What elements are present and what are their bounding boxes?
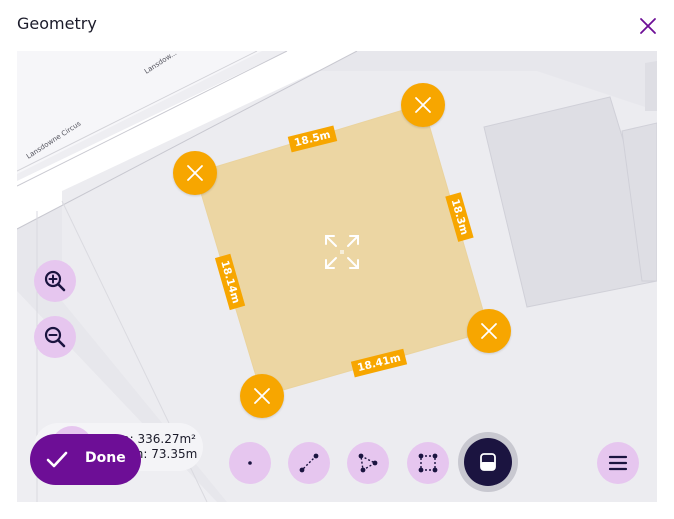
tool-eraser-button[interactable]	[464, 438, 512, 486]
tool-rectangle-button[interactable]	[407, 442, 449, 484]
map-canvas[interactable]: Lansdowne Circus Lansdow... 18.5m 18.3m …	[17, 51, 657, 502]
vertex-handle[interactable]	[173, 151, 217, 195]
check-icon	[46, 451, 68, 468]
close-icon	[254, 388, 270, 404]
rectangle-icon	[418, 453, 438, 473]
zoom-out-icon	[44, 326, 66, 348]
close-button[interactable]	[636, 14, 660, 38]
point-icon	[248, 461, 252, 465]
close-icon	[481, 323, 497, 339]
zoom-out-button[interactable]	[34, 316, 76, 358]
done-button-label: Done	[85, 450, 126, 466]
zoom-in-icon	[44, 270, 66, 292]
close-icon	[415, 97, 431, 113]
menu-button[interactable]	[597, 442, 639, 484]
zoom-in-button[interactable]	[34, 260, 76, 302]
done-button[interactable]: Done	[30, 434, 141, 485]
line-icon	[299, 453, 319, 473]
move-polygon-handle[interactable]	[322, 232, 362, 272]
close-icon	[187, 165, 203, 181]
vertex-handle[interactable]	[240, 374, 284, 418]
eraser-icon	[480, 453, 496, 471]
vertex-handle[interactable]	[401, 83, 445, 127]
dialog-title: Geometry	[17, 14, 97, 33]
vertex-handle[interactable]	[467, 309, 511, 353]
geometry-dialog: Geometry Lansdowne Circus Lansdow... 18.…	[0, 0, 674, 519]
tool-point-button[interactable]	[229, 442, 271, 484]
close-icon	[640, 18, 656, 34]
expand-arrows-icon	[325, 235, 359, 269]
tool-line-button[interactable]	[288, 442, 330, 484]
polygon-icon	[358, 453, 378, 473]
tool-polygon-button[interactable]	[347, 442, 389, 484]
menu-icon	[608, 455, 628, 471]
